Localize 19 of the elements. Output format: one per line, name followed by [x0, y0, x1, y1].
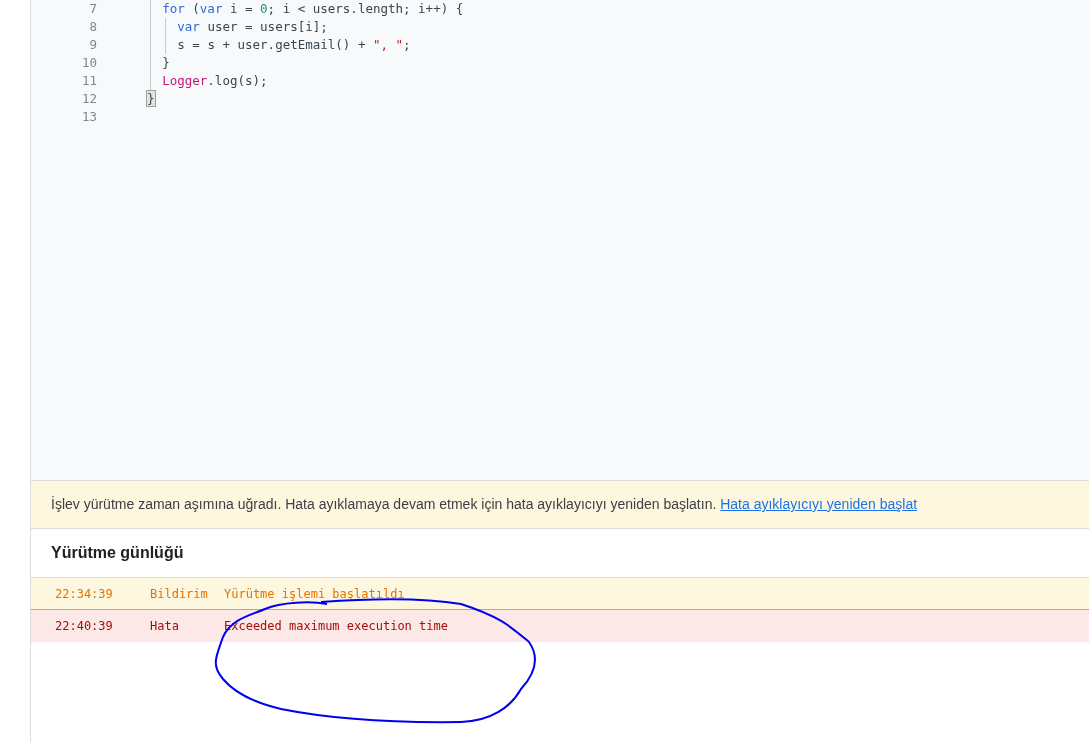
line-number: 7 [88, 0, 97, 18]
log-level: Hata [150, 618, 180, 635]
log-message: Yürütme işlemi başlatıldı [224, 585, 405, 603]
line-number: 9 [88, 36, 97, 54]
banner-message: İşlev yürütme zaman aşımına uğradı. Hata ayıklamaya devam etmek için hata ayıklayıcıyı yeniden başlatın. [51, 495, 717, 514]
code-line: for (var i = 0; i < users.length; i++) { [162, 0, 464, 18]
line-number: 8 [88, 18, 97, 36]
code-line: var user = users[i]; [177, 18, 328, 36]
line-number: 12 [80, 90, 97, 108]
line-number: 13 [80, 108, 97, 126]
log-time: 22:34:39 [54, 585, 114, 603]
line-number: 10 [80, 54, 97, 72]
code-line: Logger.log(s); [162, 72, 268, 90]
log-time: 22:40:39 [54, 618, 114, 635]
line-number: 11 [80, 72, 97, 90]
code-line: } [162, 54, 170, 72]
code-line: s = s + user.getEmail() + ", "; [177, 36, 411, 54]
restart-debugger-link[interactable]: Hata ayıklayıcıyı yeniden başlat [720, 494, 918, 515]
log-level: Bildirim [150, 585, 209, 603]
